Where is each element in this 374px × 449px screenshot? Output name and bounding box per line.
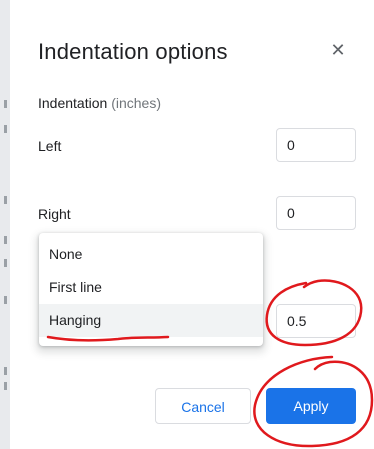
document-text-fragment (4, 382, 7, 390)
menu-item-none[interactable]: None (39, 238, 263, 271)
section-unit: (inches) (111, 95, 161, 111)
menu-item-first-line[interactable]: First line (39, 271, 263, 304)
document-text-fragment (4, 236, 7, 244)
close-icon[interactable]: ✕ (328, 40, 348, 60)
document-text-fragment (4, 196, 7, 204)
special-indent-menu: None First line Hanging (39, 233, 263, 346)
dialog-title: Indentation options (38, 39, 228, 64)
document-text-fragment (4, 296, 7, 304)
cancel-button[interactable]: Cancel (155, 388, 251, 424)
indentation-section-label: Indentation (inches) (38, 95, 161, 111)
document-text-fragment (4, 367, 7, 375)
left-label: Left (38, 138, 62, 154)
apply-button[interactable]: Apply (266, 388, 356, 424)
document-text-fragment (4, 100, 7, 108)
section-label: Indentation (38, 95, 108, 111)
special-indent-input[interactable] (276, 304, 356, 338)
document-text-fragment (4, 259, 7, 267)
menu-item-hanging[interactable]: Hanging (39, 304, 263, 337)
document-text-fragment (4, 125, 7, 133)
left-indent-input[interactable] (276, 128, 356, 162)
indentation-options-dialog: Indentation options ✕ Indentation (inche… (10, 0, 374, 449)
right-indent-input[interactable] (276, 196, 356, 230)
right-label: Right (38, 206, 71, 222)
